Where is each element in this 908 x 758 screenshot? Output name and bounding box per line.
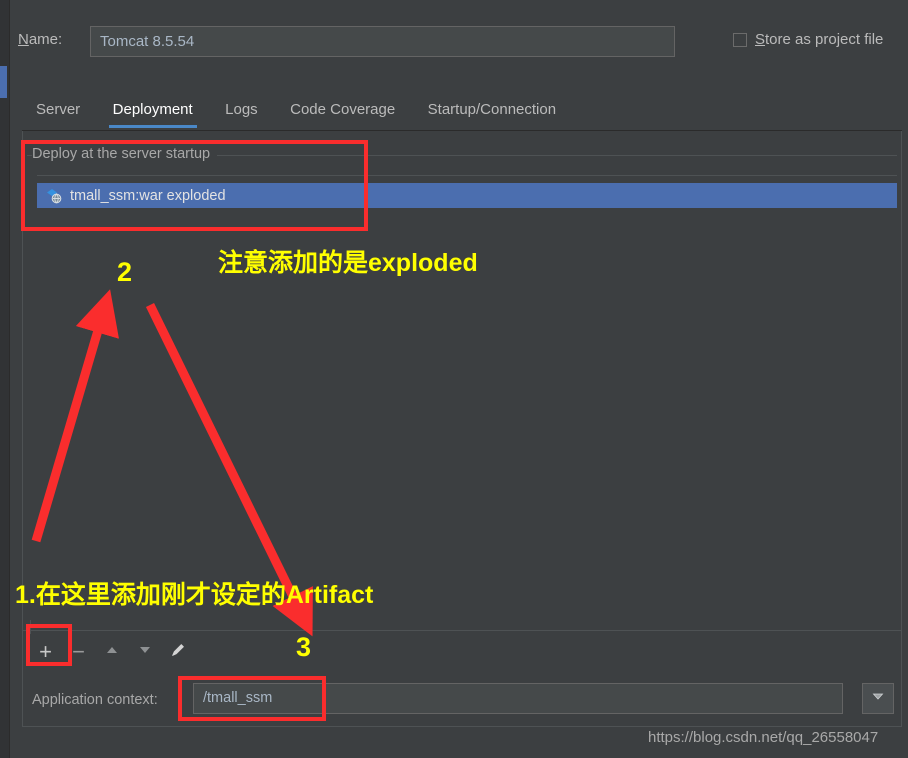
artifact-icon: [46, 188, 64, 204]
tab-code-coverage[interactable]: Code Coverage: [276, 96, 409, 124]
arrow-up-icon: [104, 642, 120, 663]
deploy-at-server-startup-title: Deploy at the server startup: [32, 146, 218, 162]
move-down-button[interactable]: [128, 637, 161, 667]
annotation-number-three: 3: [296, 632, 312, 662]
toolbar-left-tick: [30, 620, 31, 634]
name-label-rest: ame:: [28, 31, 63, 48]
move-up-button[interactable]: [95, 637, 128, 667]
tab-startup-connection[interactable]: Startup/Connection: [414, 96, 570, 124]
name-label: Name:: [18, 31, 62, 48]
name-input[interactable]: Tomcat 8.5.54: [90, 26, 675, 57]
tomcat-run-configuration-dialog: Name: Tomcat 8.5.54 Store as project fil…: [0, 0, 908, 758]
store-mnemonic: S: [755, 31, 766, 48]
pencil-icon: [169, 641, 187, 664]
tab-deployment[interactable]: Deployment: [99, 96, 207, 128]
watermark-text: https://blog.csdn.net/qq_26558047: [648, 729, 879, 746]
plus-icon: +: [39, 639, 52, 664]
list-item-label: tmall_ssm:war exploded: [70, 187, 226, 204]
annotation-number-two: 2: [117, 257, 133, 287]
add-artifact-button[interactable]: +: [29, 637, 62, 667]
chevron-down-icon: [871, 689, 885, 708]
name-mnemonic: N: [18, 31, 29, 48]
store-as-project-file-checkbox[interactable]: [733, 33, 747, 47]
left-divider: [9, 0, 10, 758]
annotation-note-exploded: 注意添加的是exploded: [218, 249, 478, 277]
name-input-value: Tomcat 8.5.54: [100, 33, 195, 50]
store-label-rest: tore as project file: [765, 31, 884, 48]
deployment-toolbar: + −: [29, 636, 194, 668]
application-context-label: Application context:: [32, 692, 158, 708]
application-context-dropdown-button[interactable]: [862, 683, 894, 714]
annotation-note-artifact: 1.在这里添加刚才设定的Artifact: [15, 581, 374, 609]
application-context-value: /tmall_ssm: [203, 690, 273, 706]
remove-artifact-button[interactable]: −: [62, 637, 95, 667]
store-as-project-file-label[interactable]: Store as project file: [755, 31, 883, 48]
arrow-down-icon: [137, 642, 153, 663]
list-item[interactable]: tmall_ssm:war exploded: [37, 183, 897, 208]
application-context-input[interactable]: /tmall_ssm: [193, 683, 843, 714]
tab-server[interactable]: Server: [22, 96, 94, 124]
tab-bar: Server Deployment Logs Code Coverage Sta…: [22, 96, 570, 130]
tab-logs[interactable]: Logs: [211, 96, 272, 124]
minus-icon: −: [72, 639, 85, 664]
edit-artifact-button[interactable]: [161, 637, 194, 667]
toolbar-separator-rule: [23, 630, 901, 631]
left-selection-accent: [0, 66, 7, 98]
panel-bottom-rule: [23, 726, 901, 727]
